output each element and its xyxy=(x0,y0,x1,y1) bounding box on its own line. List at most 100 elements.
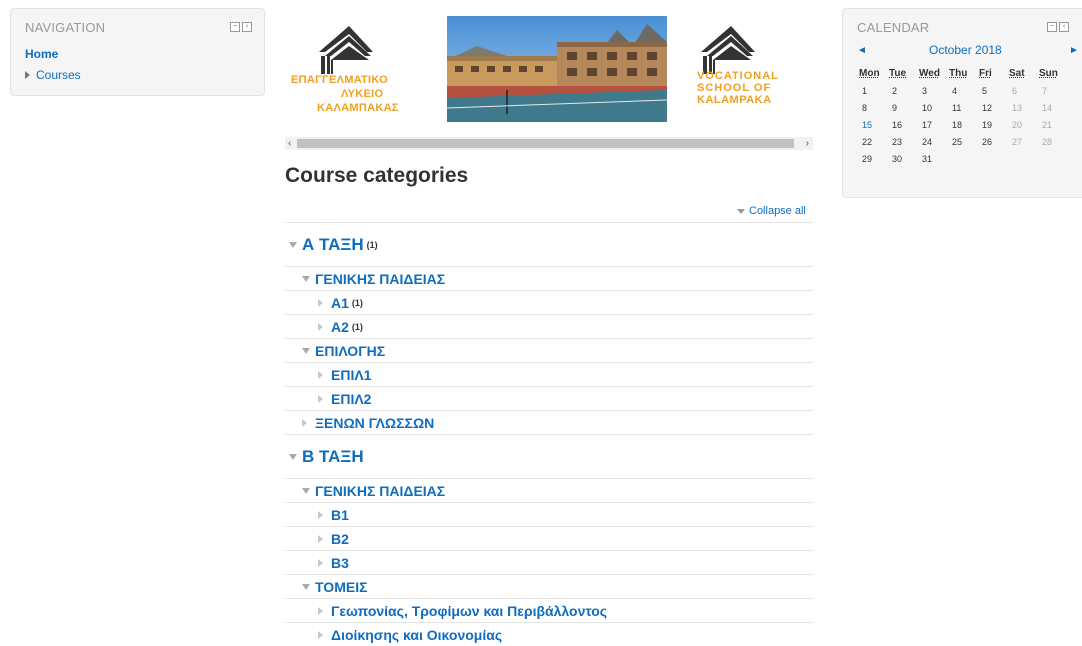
category-link[interactable]: Γεωπονίας, Τροφίμων και Περιβάλλοντος xyxy=(331,603,607,619)
expanded-arrow-icon[interactable] xyxy=(302,487,312,494)
category-link[interactable]: Β1 xyxy=(331,507,349,523)
calendar-day[interactable]: 18 xyxy=(949,116,979,133)
category-link[interactable]: ΓΕΝΙΚΗΣ ΠΑΙΔΕΙΑΣ xyxy=(315,271,445,287)
category-row[interactable]: Β3 xyxy=(285,550,813,574)
category-row[interactable]: ΤΟΜΕΙΣ xyxy=(285,574,813,598)
collapsed-arrow-icon[interactable] xyxy=(318,298,328,307)
calendar-day[interactable]: 14 xyxy=(1039,99,1069,116)
expanded-arrow-icon[interactable] xyxy=(302,275,312,282)
category-link[interactable]: ΕΠΙΛ1 xyxy=(331,367,371,383)
category-link[interactable]: Β2 xyxy=(331,531,349,547)
category-row[interactable]: ΕΠΙΛ1 xyxy=(285,362,813,386)
next-month-icon[interactable]: ► xyxy=(1069,45,1079,56)
calendar-day[interactable]: 27 xyxy=(1009,133,1039,150)
scroll-left-icon[interactable]: ‹ xyxy=(288,137,291,150)
collapsed-arrow-icon[interactable] xyxy=(318,510,328,519)
calendar-day[interactable]: 22 xyxy=(859,133,889,150)
category-row[interactable]: ΕΠΙΛ2 xyxy=(285,386,813,410)
calendar-day[interactable]: 9 xyxy=(889,99,919,116)
calendar-header: CALENDAR − ‹ xyxy=(843,9,1082,39)
dock-icon[interactable]: ‹ xyxy=(242,22,252,32)
expanded-arrow-icon[interactable] xyxy=(289,241,299,248)
collapsed-arrow-icon[interactable] xyxy=(318,322,328,331)
calendar-day[interactable]: 2 xyxy=(889,82,919,99)
category-link[interactable]: ΤΟΜΕΙΣ xyxy=(315,579,367,595)
dock-icon[interactable]: ‹ xyxy=(1059,22,1069,32)
calendar-day[interactable]: 3 xyxy=(919,82,949,99)
collapsed-arrow-icon[interactable] xyxy=(318,558,328,567)
expanded-arrow-icon[interactable] xyxy=(302,583,312,590)
collapse-all-link[interactable]: Collapse all xyxy=(737,205,806,217)
logo-gr-line3: ΚΑΛΑΜΠΑΚΑΣ xyxy=(317,102,399,114)
calendar-day[interactable]: 17 xyxy=(919,116,949,133)
category-row[interactable]: Β2 xyxy=(285,526,813,550)
category-link[interactable]: Β3 xyxy=(331,555,349,571)
calendar-day[interactable]: 7 xyxy=(1039,82,1069,99)
calendar-day[interactable]: 25 xyxy=(949,133,979,150)
calendar-day[interactable]: 24 xyxy=(919,133,949,150)
minimize-icon[interactable]: − xyxy=(230,22,240,32)
category-row[interactable]: Διοίκησης και Οικονομίας xyxy=(285,622,813,646)
calendar-day[interactable]: 13 xyxy=(1009,99,1039,116)
category-link[interactable]: Α ΤΑΞΗ xyxy=(302,235,364,255)
category-row[interactable]: Α2 (1) xyxy=(285,314,813,338)
calendar-day[interactable]: 21 xyxy=(1039,116,1069,133)
calendar-day[interactable]: 16 xyxy=(889,116,919,133)
calendar-day[interactable]: 5 xyxy=(979,82,1009,99)
calendar-day[interactable]: 20 xyxy=(1009,116,1039,133)
category-link[interactable]: ΕΠΙΛ2 xyxy=(331,391,371,407)
calendar-day[interactable]: 6 xyxy=(1009,82,1039,99)
calendar-day[interactable]: 1 xyxy=(859,82,889,99)
collapsed-arrow-icon[interactable] xyxy=(318,630,328,639)
category-row[interactable]: Α1 (1) xyxy=(285,290,813,314)
scroll-right-icon[interactable]: › xyxy=(806,137,809,150)
calendar-day[interactable]: 10 xyxy=(919,99,949,116)
calendar-day xyxy=(979,150,1009,167)
site-banner: ΕΠΑΓΓΕΛΜΑΤΙΚΟ ΛΥΚΕΙΟ ΚΑΛΑΜΠΑΚΑΣ VOCATION… xyxy=(285,14,812,129)
collapse-all-label: Collapse all xyxy=(749,205,806,217)
category-row[interactable]: Γεωπονίας, Τροφίμων και Περιβάλλοντος xyxy=(285,598,813,622)
category-link[interactable]: ΞΕΝΩΝ ΓΛΩΣΣΩΝ xyxy=(315,415,434,431)
calendar-day[interactable]: 19 xyxy=(979,116,1009,133)
current-month-link[interactable]: October 2018 xyxy=(929,43,1002,57)
category-link[interactable]: Α2 xyxy=(331,319,349,335)
navigation-title: NAVIGATION xyxy=(25,20,106,35)
category-row[interactable]: ΓΕΝΙΚΗΣ ΠΑΙΔΕΙΑΣ xyxy=(285,266,813,290)
nav-courses-item[interactable]: Courses xyxy=(25,68,81,82)
category-link[interactable]: Διοίκησης και Οικονομίας xyxy=(331,627,502,643)
calendar-day[interactable]: 28 xyxy=(1039,133,1069,150)
calendar-day[interactable]: 31 xyxy=(919,150,949,167)
calendar-day[interactable]: 30 xyxy=(889,150,919,167)
expanded-arrow-icon[interactable] xyxy=(302,347,312,354)
category-link[interactable]: ΓΕΝΙΚΗΣ ΠΑΙΔΕΙΑΣ xyxy=(315,483,445,499)
collapsed-arrow-icon[interactable] xyxy=(318,606,328,615)
category-link[interactable]: Α1 xyxy=(331,295,349,311)
weekday-header: Sun xyxy=(1039,67,1058,79)
collapsed-arrow-icon[interactable] xyxy=(318,534,328,543)
collapsed-arrow-icon[interactable] xyxy=(318,394,328,403)
calendar-day[interactable]: 29 xyxy=(859,150,889,167)
calendar-day[interactable]: 4 xyxy=(949,82,979,99)
category-row[interactable]: Α ΤΑΞΗ (1) xyxy=(285,222,813,266)
calendar-day[interactable]: 15 xyxy=(859,116,889,133)
collapsed-arrow-icon[interactable] xyxy=(302,418,312,427)
nav-home-link[interactable]: Home xyxy=(25,47,58,61)
calendar-day[interactable]: 23 xyxy=(889,133,919,150)
category-row[interactable]: Β1 xyxy=(285,502,813,526)
scrollbar-thumb[interactable] xyxy=(297,139,794,148)
calendar-day[interactable]: 26 xyxy=(979,133,1009,150)
category-row[interactable]: ΕΠΙΛΟΓΗΣ xyxy=(285,338,813,362)
prev-month-icon[interactable]: ◄ xyxy=(857,45,867,56)
banner-scrollbar[interactable]: ‹ › xyxy=(285,137,813,150)
expanded-arrow-icon[interactable] xyxy=(289,453,299,460)
category-link[interactable]: Β ΤΑΞΗ xyxy=(302,447,364,467)
calendar-day[interactable]: 8 xyxy=(859,99,889,116)
calendar-day[interactable]: 12 xyxy=(979,99,1009,116)
category-row[interactable]: Β ΤΑΞΗ xyxy=(285,434,813,478)
category-row[interactable]: ΞΕΝΩΝ ΓΛΩΣΣΩΝ xyxy=(285,410,813,434)
category-row[interactable]: ΓΕΝΙΚΗΣ ΠΑΙΔΕΙΑΣ xyxy=(285,478,813,502)
collapsed-arrow-icon[interactable] xyxy=(318,370,328,379)
calendar-day[interactable]: 11 xyxy=(949,99,979,116)
category-link[interactable]: ΕΠΙΛΟΓΗΣ xyxy=(315,343,385,359)
minimize-icon[interactable]: − xyxy=(1047,22,1057,32)
